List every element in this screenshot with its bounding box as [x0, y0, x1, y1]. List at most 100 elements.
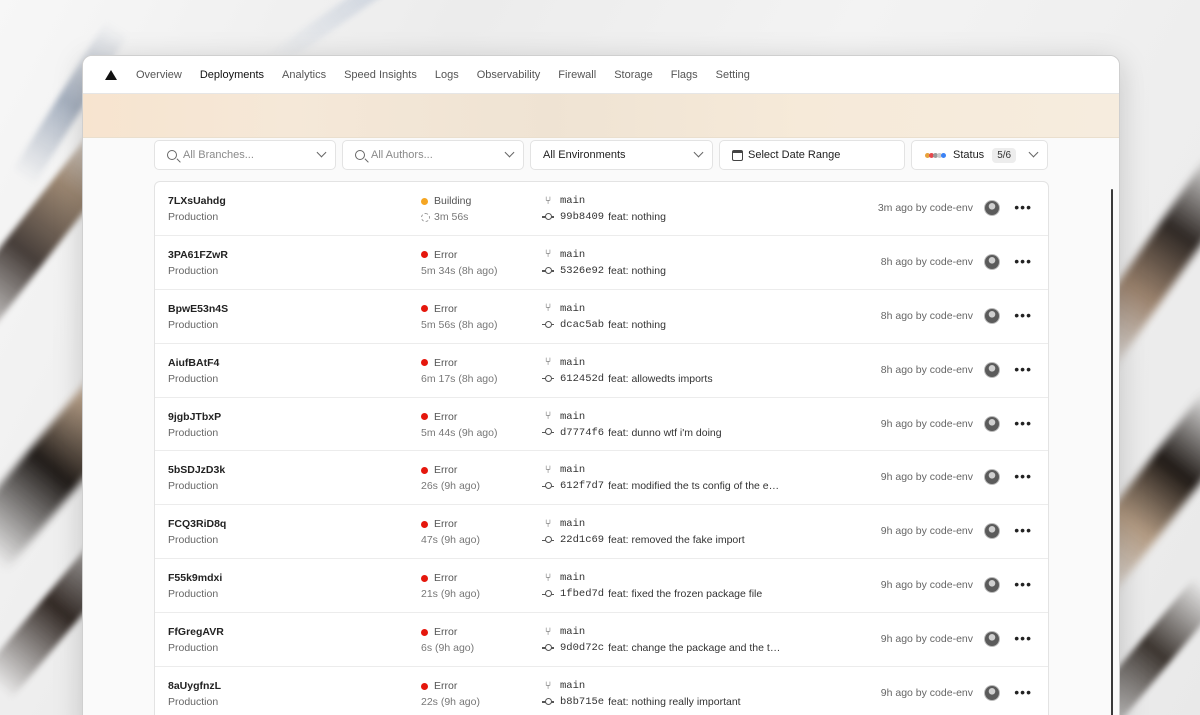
- avatar[interactable]: [984, 361, 1000, 378]
- branch-info[interactable]: ⑂ main: [541, 680, 586, 692]
- deployment-id[interactable]: F55k9mdxi: [168, 572, 222, 584]
- status-dot-icon: [421, 574, 428, 582]
- deployment-environment: Production: [168, 211, 219, 223]
- search-icon: [161, 150, 183, 160]
- deployment-id[interactable]: BpwE53n4S: [168, 303, 228, 315]
- branch-info[interactable]: ⑂ main: [541, 518, 586, 530]
- nav-tab-firewall[interactable]: Firewall: [558, 69, 596, 81]
- more-options-icon[interactable]: •••: [1014, 415, 1032, 431]
- nav-tab-observability[interactable]: Observability: [477, 69, 541, 81]
- deployment-row[interactable]: F55k9mdxi Production Error 21s (9h ago) ⑂ mai…: [155, 559, 1048, 614]
- commit-message: feat: nothing really important: [608, 696, 741, 709]
- more-options-icon[interactable]: •••: [1014, 684, 1032, 700]
- deployment-id[interactable]: FfGregAVR: [168, 626, 224, 638]
- deployment-row[interactable]: 9jgbJTbxP Production Error 5m 44s (9h ago) ⑂…: [155, 398, 1048, 452]
- branch-filter-placeholder: All Branches...: [183, 149, 254, 161]
- commit-message: feat: modified the ts config of the e…: [608, 480, 780, 493]
- more-options-icon[interactable]: •••: [1014, 468, 1032, 484]
- nav-tab-deployments[interactable]: Deployments: [200, 69, 264, 81]
- avatar[interactable]: [984, 253, 1000, 270]
- git-commit-icon: [541, 211, 555, 221]
- commit-info[interactable]: 22d1c69 feat: removed the fake import: [541, 534, 745, 546]
- branch-info[interactable]: ⑂ main: [541, 572, 586, 584]
- more-options-icon[interactable]: •••: [1014, 307, 1032, 323]
- deployment-status: Error: [421, 357, 457, 369]
- more-options-icon[interactable]: •••: [1014, 199, 1032, 215]
- commit-info[interactable]: dcac5ab feat: nothing: [541, 319, 666, 331]
- nav-tab-speed-insights[interactable]: Speed Insights: [344, 69, 417, 81]
- nav-tab-storage[interactable]: Storage: [614, 69, 653, 81]
- avatar[interactable]: [984, 469, 1000, 486]
- avatar[interactable]: [984, 523, 1000, 540]
- status-dot-icon: [421, 305, 428, 313]
- deployment-duration: 21s (9h ago): [421, 588, 480, 600]
- deployment-row[interactable]: 5bSDJzD3k Production Error 26s (9h ago) ⑂ mai…: [155, 451, 1048, 506]
- commit-info[interactable]: 9d0d72c feat: change the package and the …: [541, 642, 780, 654]
- deployment-id[interactable]: 5bSDJzD3k: [168, 464, 225, 476]
- deployment-environment: Production: [168, 318, 219, 331]
- commit-info[interactable]: 5326e92 feat: nothing: [541, 265, 666, 277]
- vercel-logo-icon[interactable]: [105, 69, 117, 80]
- deployment-id[interactable]: 9jgbJTbxP: [168, 411, 221, 423]
- deployment-row[interactable]: 3PA61FZwR Production Error 5m 34s (8h ago) ⑂…: [155, 236, 1048, 290]
- scrollbar[interactable]: [1111, 189, 1113, 715]
- deployment-status: Error: [421, 572, 457, 584]
- branch-info[interactable]: ⑂ main: [541, 464, 586, 477]
- more-options-icon[interactable]: •••: [1014, 361, 1032, 377]
- commit-info[interactable]: d7774f6 feat: dunno wtf i'm doing: [541, 427, 722, 439]
- more-options-icon[interactable]: •••: [1014, 253, 1032, 269]
- status-dot-icon: [421, 520, 428, 528]
- deployment-row[interactable]: AiufBAtF4 Production Error 6m 17s (8h ago) ⑂…: [155, 344, 1048, 398]
- deployment-id[interactable]: 3PA61FZwR: [168, 249, 228, 261]
- git-commit-icon: [541, 696, 555, 706]
- nav-tab-logs[interactable]: Logs: [435, 69, 459, 81]
- avatar[interactable]: [984, 685, 1000, 702]
- commit-hash: dcac5ab: [560, 318, 605, 331]
- branch-info[interactable]: ⑂ main: [541, 194, 586, 207]
- commit-info[interactable]: 612452d feat: allowedts imports: [541, 373, 713, 385]
- deployment-id[interactable]: FCQ3RiD8q: [168, 518, 226, 530]
- more-options-icon[interactable]: •••: [1014, 522, 1032, 538]
- commit-info[interactable]: b8b715e feat: nothing really important: [541, 696, 741, 708]
- branch-info[interactable]: ⑂ main: [541, 626, 586, 638]
- status-filter[interactable]: Status 5/6: [911, 140, 1048, 170]
- branch-filter[interactable]: All Branches...: [154, 140, 336, 170]
- deployment-id[interactable]: 7LXsUahdg: [168, 195, 226, 207]
- deployment-status: Error: [421, 411, 457, 423]
- nav-tab-analytics[interactable]: Analytics: [282, 69, 326, 81]
- nav-tab-overview[interactable]: Overview: [136, 69, 182, 81]
- deployment-id[interactable]: AiufBAtF4: [168, 357, 219, 369]
- date-range-picker[interactable]: Select Date Range: [719, 140, 905, 170]
- deployment-environment: Production: [168, 480, 219, 493]
- deployment-id[interactable]: 8aUygfnzL: [168, 680, 221, 692]
- nav-tab-flags[interactable]: Flags: [671, 69, 698, 81]
- commit-info[interactable]: 1fbed7d feat: fixed the frozen package fi…: [541, 588, 762, 600]
- deployment-row[interactable]: 8aUygfnzL Production Error 22s (9h ago) ⑂ mai…: [155, 667, 1048, 715]
- branch-info[interactable]: ⑂ main: [541, 411, 586, 423]
- avatar[interactable]: [984, 631, 1000, 648]
- avatar[interactable]: [984, 577, 1000, 594]
- commit-info[interactable]: 612f7d7 feat: modified the ts config of t…: [541, 480, 779, 492]
- avatar[interactable]: [984, 200, 1000, 216]
- deployment-row[interactable]: 7LXsUahdg Production Building 3m 56s ⑂ main 99…: [155, 182, 1048, 236]
- branch-name: main: [560, 195, 586, 207]
- deployment-row[interactable]: BpwE53n4S Production Error 5m 56s (8h ago) ⑂…: [155, 290, 1048, 344]
- commit-info[interactable]: 99b8409 feat: nothing: [541, 211, 666, 223]
- avatar[interactable]: [984, 415, 1000, 432]
- branch-info[interactable]: ⑂ main: [541, 249, 586, 261]
- branch-info[interactable]: ⑂ main: [541, 357, 586, 369]
- branch-name: main: [560, 464, 586, 477]
- nav-tab-settings[interactable]: Setting: [716, 69, 750, 81]
- deployment-duration: 6s (9h ago): [421, 642, 474, 654]
- author-filter[interactable]: All Authors...: [342, 140, 524, 170]
- branch-info[interactable]: ⑂ main: [541, 303, 586, 315]
- git-branch-icon: ⑂: [544, 194, 552, 207]
- status-text: Error: [434, 518, 458, 531]
- more-options-icon[interactable]: •••: [1014, 576, 1032, 592]
- duration-text: 47s (9h ago): [421, 534, 480, 547]
- deployment-row[interactable]: FfGregAVR Production Error 6s (9h ago) ⑂ main…: [155, 613, 1048, 668]
- environment-select[interactable]: All Environments: [530, 140, 713, 170]
- avatar[interactable]: [984, 307, 1000, 324]
- deployment-row[interactable]: FCQ3RiD8q Production Error 47s (9h ago) ⑂ mai…: [155, 505, 1048, 560]
- more-options-icon[interactable]: •••: [1014, 630, 1032, 646]
